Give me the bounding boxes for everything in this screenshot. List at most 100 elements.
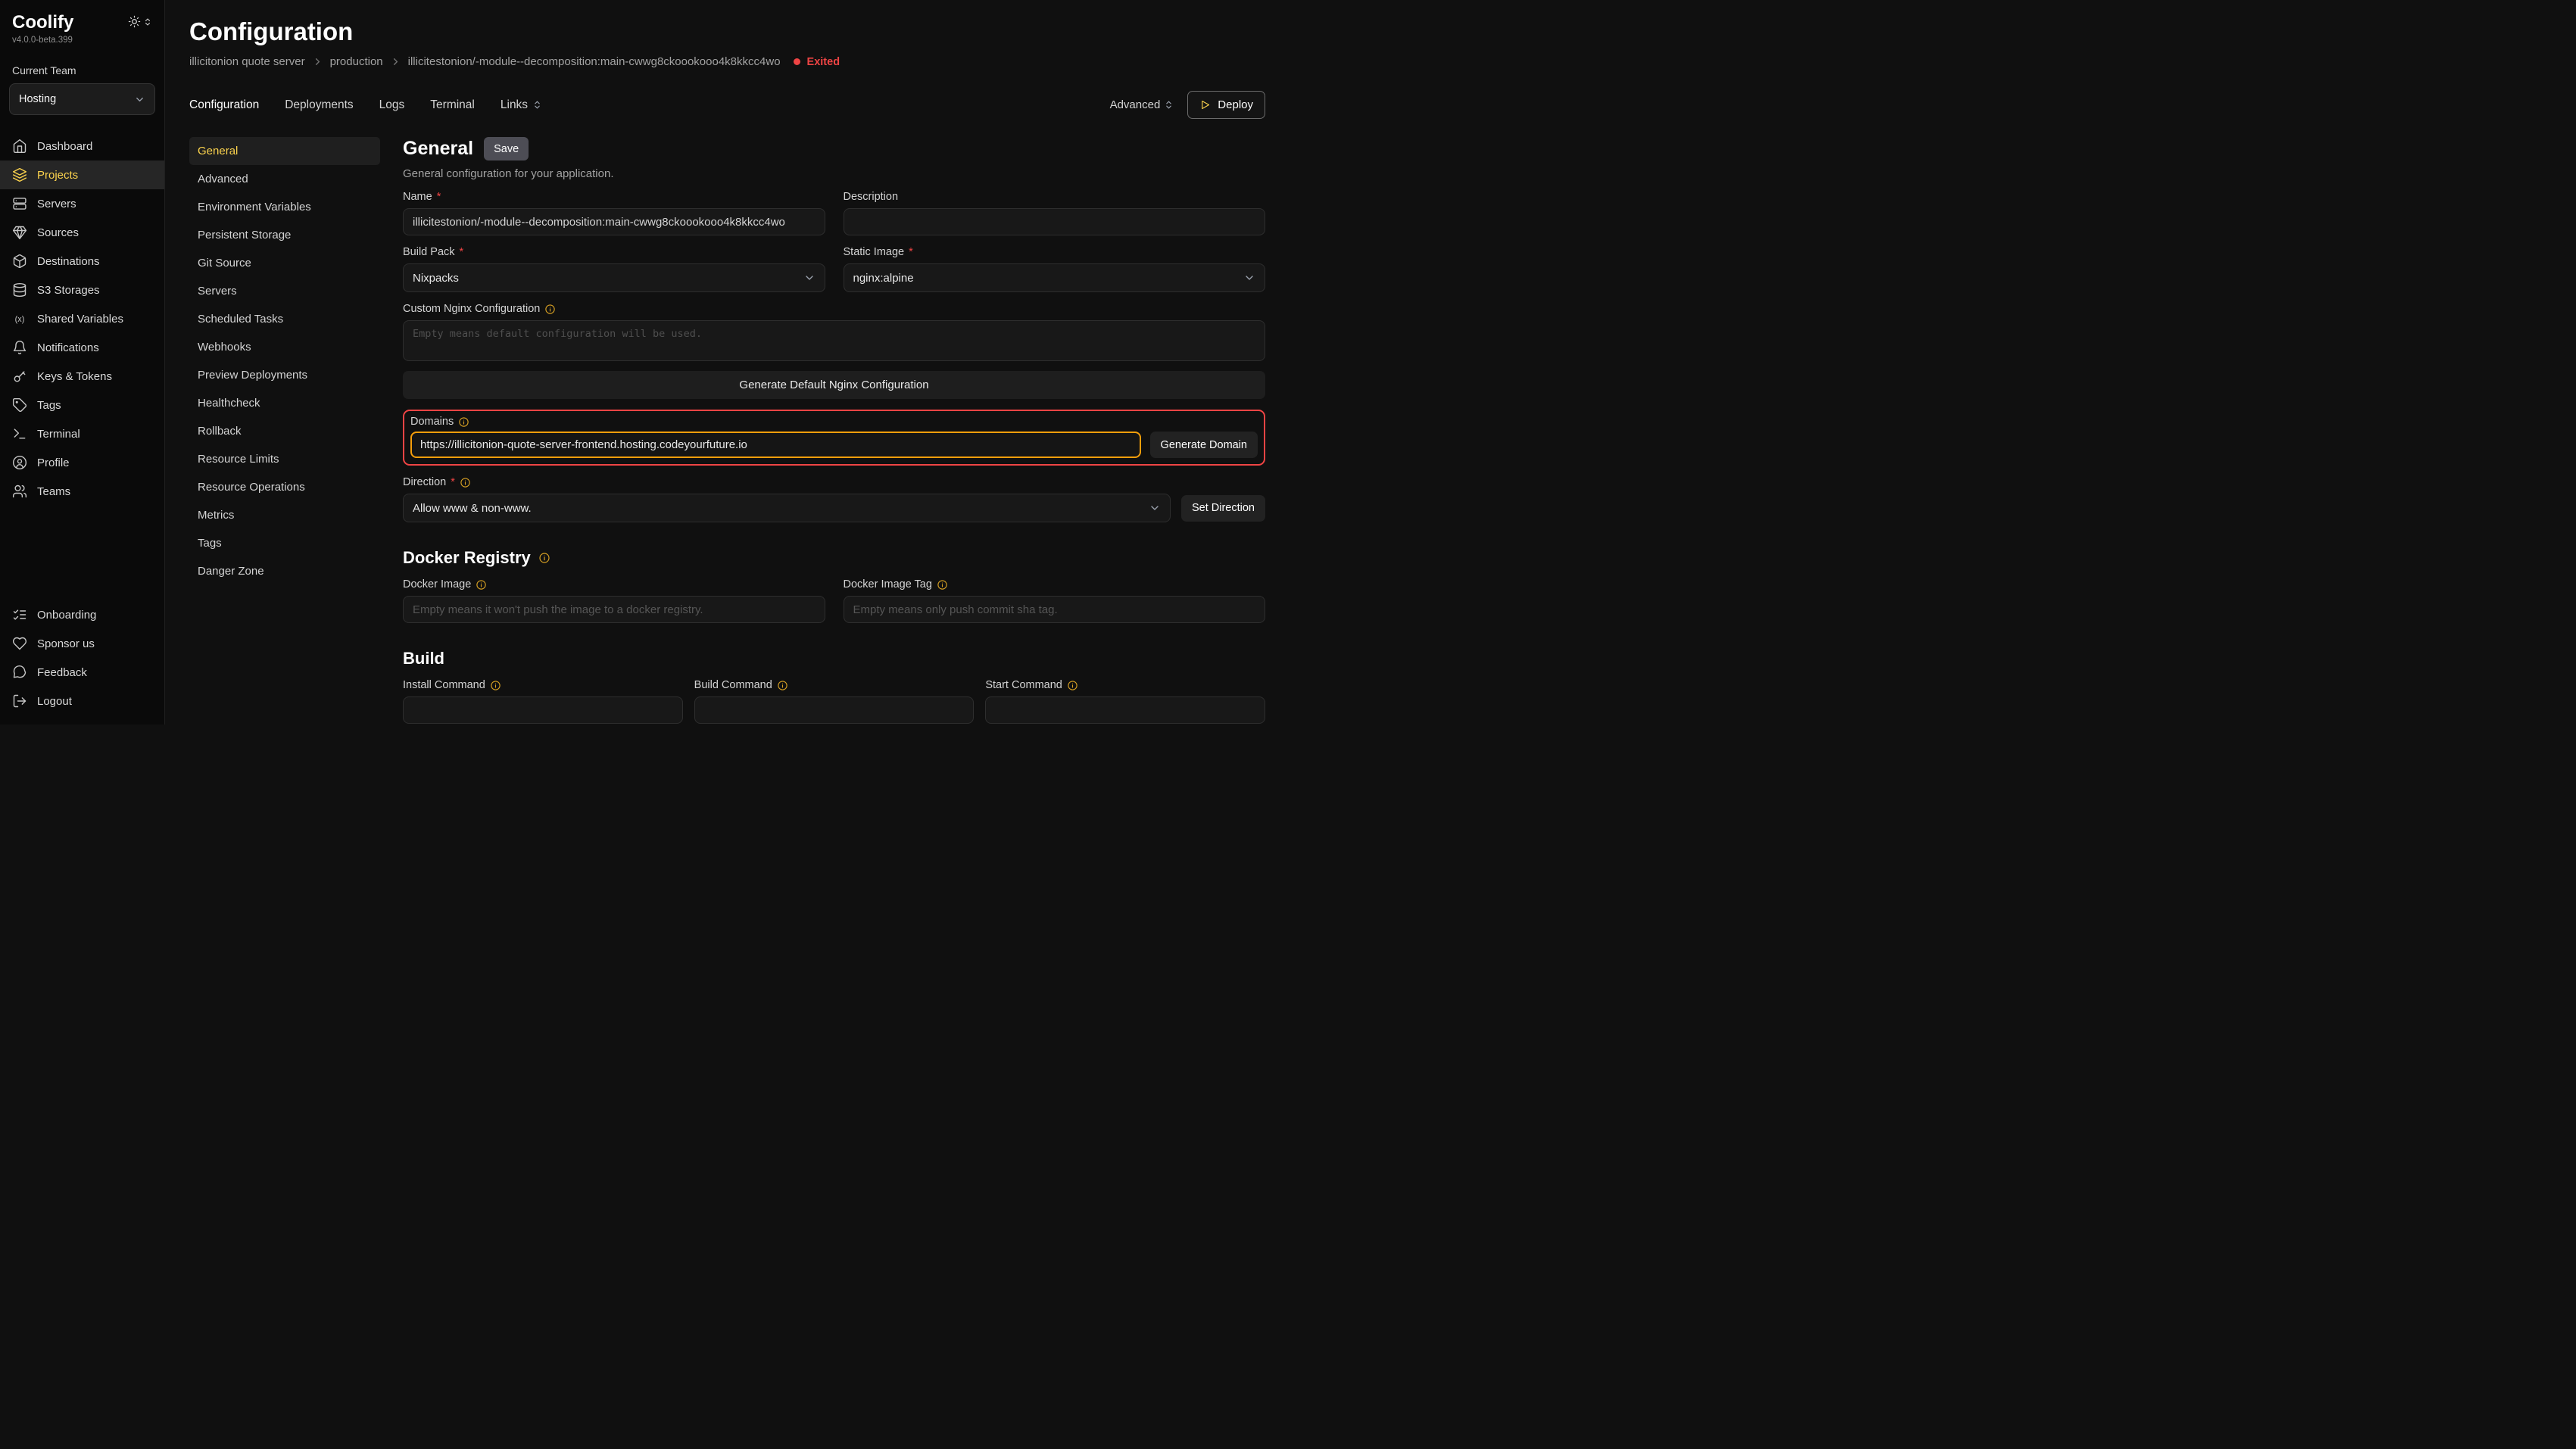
subnav-preview-deployments[interactable]: Preview Deployments [189, 361, 380, 389]
static-image-label: Static Image [844, 246, 905, 258]
domains-input[interactable] [410, 432, 1141, 458]
sidebar-item-logout[interactable]: Logout [0, 687, 164, 715]
sidebar-item-sponsor-us[interactable]: Sponsor us [0, 629, 164, 658]
name-input[interactable] [403, 208, 825, 235]
breadcrumb-environment[interactable]: production [330, 55, 383, 68]
app-version: v4.0.0-beta.399 [9, 36, 155, 45]
sidebar-item-label: Sponsor us [37, 637, 95, 650]
sidebar-item-feedback[interactable]: Feedback [0, 658, 164, 687]
subnav-resource-operations[interactable]: Resource Operations [189, 473, 380, 501]
tab-terminal[interactable]: Terminal [430, 98, 475, 112]
info-icon[interactable] [538, 552, 550, 564]
subnav-webhooks[interactable]: Webhooks [189, 333, 380, 361]
theme-switcher[interactable] [128, 15, 152, 28]
info-icon[interactable] [777, 680, 788, 691]
generate-nginx-config-button[interactable]: Generate Default Nginx Configuration [403, 371, 1265, 399]
static-image-select[interactable]: nginx:alpine [844, 263, 1266, 292]
status-badge: Exited [807, 56, 840, 68]
install-command-input[interactable] [403, 696, 683, 724]
build-command-input[interactable] [694, 696, 975, 724]
sidebar-item-label: Profile [37, 457, 70, 469]
subnav-environment-variables[interactable]: Environment Variables [189, 193, 380, 221]
tab-configuration[interactable]: Configuration [189, 98, 259, 112]
subnav-servers[interactable]: Servers [189, 277, 380, 305]
sidebar-item-profile[interactable]: Profile [0, 448, 164, 477]
direction-select[interactable]: Allow www & non-www. [403, 494, 1171, 522]
logout-icon [12, 693, 27, 709]
save-button[interactable]: Save [484, 137, 529, 160]
subnav-persistent-storage[interactable]: Persistent Storage [189, 221, 380, 249]
deploy-button[interactable]: Deploy [1187, 91, 1265, 119]
info-icon[interactable] [458, 416, 469, 428]
sidebar-item-label: Shared Variables [37, 313, 123, 326]
sidebar-item-label: Destinations [37, 255, 100, 268]
sidebar-item-label: Dashboard [37, 140, 92, 153]
chevrons-up-down-icon [143, 17, 152, 26]
docker-image-input[interactable] [403, 596, 825, 623]
chevron-down-icon [532, 100, 542, 110]
subnav-general[interactable]: General [189, 137, 380, 165]
subnav-danger-zone[interactable]: Danger Zone [189, 557, 380, 585]
layers-icon [12, 167, 27, 182]
sidebar-item-label: S3 Storages [37, 284, 100, 297]
info-icon[interactable] [476, 579, 487, 591]
description-label: Description [844, 191, 899, 203]
subnav-healthcheck[interactable]: Healthcheck [189, 389, 380, 417]
sidebar-item-destinations[interactable]: Destinations [0, 247, 164, 276]
sidebar-item-terminal[interactable]: Terminal [0, 419, 164, 448]
advanced-menu[interactable]: Advanced [1110, 98, 1174, 111]
sidebar-item-label: Terminal [37, 428, 80, 441]
required-asterisk: * [909, 246, 913, 258]
sidebar-item-onboarding[interactable]: Onboarding [0, 600, 164, 629]
sidebar-item-teams[interactable]: Teams [0, 477, 164, 506]
sidebar-item-tags[interactable]: Tags [0, 391, 164, 419]
tab-links[interactable]: Links [501, 98, 542, 112]
status-dot [794, 58, 800, 65]
subnav-rollback[interactable]: Rollback [189, 417, 380, 445]
subnav-resource-limits[interactable]: Resource Limits [189, 445, 380, 473]
subnav-metrics[interactable]: Metrics [189, 501, 380, 529]
sidebar-item-dashboard[interactable]: Dashboard [0, 132, 164, 160]
breadcrumb-application[interactable]: illicitestonion/-module--decomposition:m… [408, 55, 781, 68]
info-icon[interactable] [1067, 680, 1078, 691]
tab-logs[interactable]: Logs [379, 98, 405, 112]
set-direction-button[interactable]: Set Direction [1181, 495, 1265, 522]
subnav-scheduled-tasks[interactable]: Scheduled Tasks [189, 305, 380, 333]
subnav-advanced[interactable]: Advanced [189, 165, 380, 193]
deploy-label: Deploy [1218, 98, 1253, 111]
sun-icon [128, 15, 141, 28]
generate-domain-button[interactable]: Generate Domain [1150, 432, 1258, 458]
docker-image-label: Docker Image [403, 578, 471, 591]
nginx-config-textarea[interactable] [403, 320, 1265, 361]
sidebar-item-label: Projects [37, 169, 78, 182]
sidebar-item-shared-variables[interactable]: (x) Shared Variables [0, 304, 164, 333]
info-icon[interactable] [490, 680, 501, 691]
direction-value: Allow www & non-www. [413, 502, 532, 515]
info-icon[interactable] [544, 304, 556, 315]
sidebar-item-label: Teams [37, 485, 70, 498]
subnav-git-source[interactable]: Git Source [189, 249, 380, 277]
subnav-tags[interactable]: Tags [189, 529, 380, 557]
sidebar-item-notifications[interactable]: Notifications [0, 333, 164, 362]
tab-deployments[interactable]: Deployments [285, 98, 353, 112]
gem-icon [12, 225, 27, 240]
docker-image-tag-input[interactable] [844, 596, 1266, 623]
terminal-icon [12, 426, 27, 441]
sidebar-item-keys-tokens[interactable]: Keys & Tokens [0, 362, 164, 391]
sidebar-item-s3-storages[interactable]: S3 Storages [0, 276, 164, 304]
build-pack-label: Build Pack [403, 246, 455, 258]
build-pack-select[interactable]: Nixpacks [403, 263, 825, 292]
sidebar-item-servers[interactable]: Servers [0, 189, 164, 218]
info-icon[interactable] [937, 579, 948, 591]
sidebar-item-sources[interactable]: Sources [0, 218, 164, 247]
sidebar-item-label: Tags [37, 399, 61, 412]
sidebar-item-projects[interactable]: Projects [0, 160, 164, 189]
breadcrumb-project[interactable]: illicitonion quote server [189, 55, 305, 68]
team-select[interactable]: Hosting [9, 83, 155, 115]
description-input[interactable] [844, 208, 1266, 235]
start-command-input[interactable] [985, 696, 1265, 724]
sidebar-item-label: Notifications [37, 341, 99, 354]
info-icon[interactable] [460, 477, 471, 488]
install-command-label: Install Command [403, 679, 485, 691]
chevron-down-icon [803, 272, 816, 284]
